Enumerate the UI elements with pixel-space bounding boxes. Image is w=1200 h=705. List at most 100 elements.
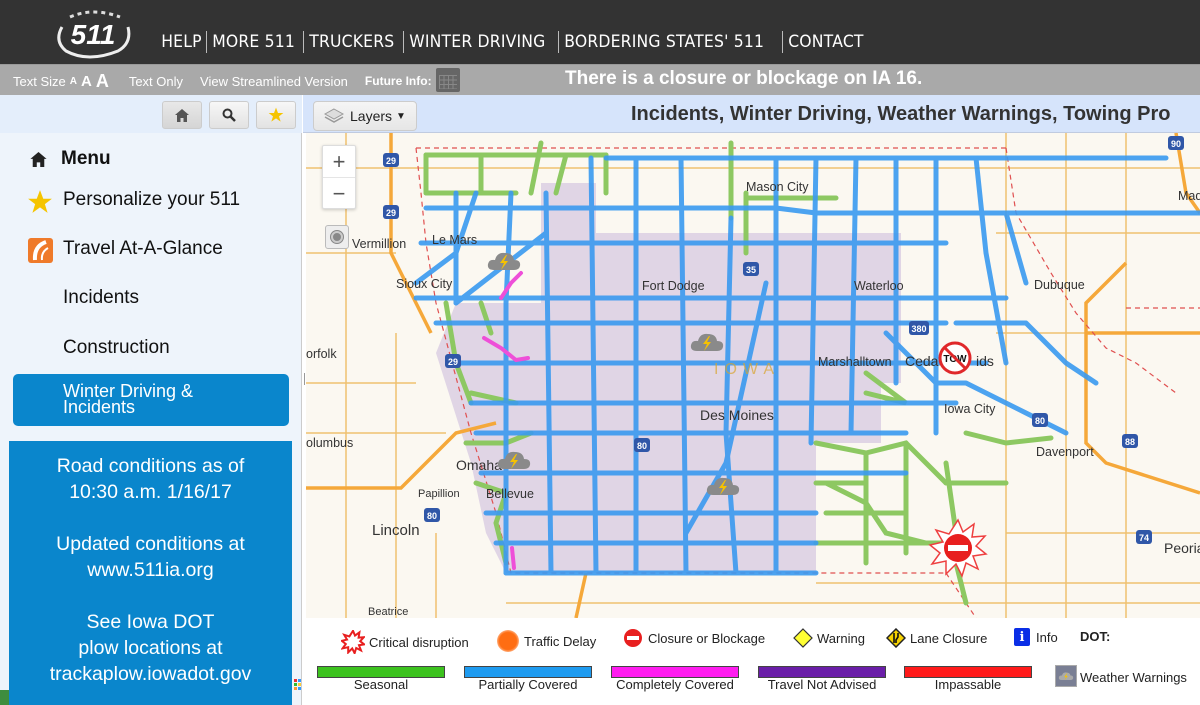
menu-heading-label: Menu — [61, 148, 111, 169]
website-link[interactable]: www.511ia.org — [87, 559, 213, 581]
alert-message[interactable]: There is a closure or blockage on IA 16. — [565, 68, 922, 90]
layers-button[interactable]: Layers ▼ — [313, 101, 417, 131]
home-button[interactable] — [162, 101, 202, 129]
text-size-label: Text Size — [13, 73, 66, 89]
menu-heading[interactable]: Menu — [30, 148, 111, 170]
i80-shield: 80 — [634, 438, 650, 452]
future-info-label: Future Info: — [364, 74, 432, 88]
legend-info: i Info — [1014, 628, 1058, 646]
city-label: Lincoln — [372, 522, 420, 539]
weather-warning-icon[interactable] — [705, 473, 741, 499]
taskbar-fragment — [0, 690, 9, 705]
svg-text:80: 80 — [1035, 416, 1045, 426]
city-label: Peoria — [1164, 540, 1200, 556]
nav-truckers[interactable]: TRUCKERS — [300, 32, 404, 52]
svg-text:29: 29 — [448, 357, 458, 367]
layers-label: Layers — [350, 108, 393, 124]
legend-label: Seasonal — [353, 677, 409, 692]
home-icon — [175, 108, 189, 122]
calendar-icon[interactable] — [435, 68, 460, 92]
nav-winter-driving[interactable]: WINTER DRIVING — [400, 32, 555, 52]
legend-dot-label: DOT: — [1080, 629, 1111, 644]
critical-closure-icon[interactable] — [928, 518, 988, 578]
svg-text:29: 29 — [386, 208, 396, 218]
weather-warning-icon[interactable] — [496, 447, 532, 473]
legend-label: Warning — [817, 630, 865, 646]
sidebar: Menu Personalize your 511 Travel At-A-Gl… — [0, 95, 302, 705]
sidebar-item-label: Incidents — [63, 397, 136, 417]
text-only-link[interactable]: Text Only — [129, 74, 183, 89]
legend-label: Lane Closure — [910, 630, 988, 646]
i35-shield: 35 — [743, 262, 759, 276]
city-label: orfolk — [306, 347, 337, 361]
streamlined-version-link[interactable]: View Streamlined Version — [200, 74, 348, 89]
city-label: Vermillion — [352, 237, 407, 251]
svg-text:74: 74 — [1139, 533, 1149, 543]
weather-warning-icon[interactable] — [486, 248, 522, 274]
notice-time: 10:30 a.m. 1/16/17 — [69, 481, 232, 503]
legend-lane-closure: Lane Closure — [886, 628, 987, 648]
city-label: olumbus — [306, 436, 354, 450]
city-label: Papillion — [418, 488, 460, 500]
trackaplow-link[interactable]: trackaplow.iowadot.gov — [50, 663, 252, 685]
city-label: Iowa City — [944, 402, 996, 416]
svg-text:511: 511 — [71, 19, 116, 50]
legend-weather-warnings: Weather Warnings — [1080, 670, 1187, 685]
svg-text:90: 90 — [1171, 139, 1181, 149]
text-size-large[interactable]: A — [96, 71, 109, 92]
search-button[interactable] — [209, 101, 249, 129]
city-label: Le Mars — [432, 233, 478, 247]
sidebar-item-winter-driving[interactable]: Winter Driving & Incidents — [13, 374, 289, 426]
zoom-controls: + − — [322, 145, 356, 209]
star-icon — [28, 190, 52, 213]
sidebar-item-construction[interactable]: Construction — [63, 337, 170, 359]
app-grid-icon — [294, 679, 301, 690]
star-icon — [268, 107, 284, 122]
favorites-button[interactable] — [256, 101, 296, 129]
map-canvas[interactable]: 29 29 29 35 80 80 80 380 88 74 90 Mason … — [306, 133, 1200, 618]
i29-shield: 29 — [383, 205, 399, 219]
sidebar-toolbar — [0, 95, 302, 133]
sidebar-item-travel-at-a-glance[interactable]: Travel At-A-Glance — [63, 238, 223, 260]
utility-links: Text Size A A A Text Only View Streamlin… — [13, 68, 460, 92]
conditions-update: Updated conditions at www.511ia.org — [9, 531, 292, 583]
locate-icon — [331, 231, 343, 243]
state-label: IOWA — [714, 361, 781, 378]
weather-warnings-icon — [1055, 665, 1077, 687]
search-icon — [222, 108, 236, 122]
critical-disruption-icon — [341, 630, 365, 654]
nav-bordering-states[interactable]: BORDERING STATES' 511 — [555, 32, 773, 52]
sidebar-item-incidents[interactable]: Incidents — [63, 287, 139, 309]
city-label: Ceda — [905, 353, 939, 369]
legend-label: Traffic Delay — [524, 633, 597, 649]
city-label: Marshalltown — [818, 355, 892, 369]
nav-more-511[interactable]: MORE 511 — [203, 32, 304, 52]
city-label: Davenport — [1036, 445, 1094, 459]
tow-prohibited-icon[interactable]: TOW — [938, 341, 972, 375]
svg-text:88: 88 — [1125, 437, 1135, 447]
city-label: Dubuque — [1034, 278, 1085, 292]
i380-shield: 380 — [909, 321, 929, 335]
i90-shield: 90 — [1168, 136, 1184, 150]
weather-warning-icon[interactable] — [689, 329, 725, 355]
zoom-out-button[interactable]: − — [323, 178, 355, 210]
road-conditions-notice: Road conditions as of 10:30 a.m. 1/16/17… — [9, 441, 292, 705]
city-label: Mad — [1178, 189, 1200, 203]
info-icon: i — [1014, 628, 1030, 646]
top-nav-bar: 511 HELP MORE 511 TRUCKERS WINTER DRIVIN… — [0, 0, 1200, 64]
text-size-small[interactable]: A — [70, 76, 77, 87]
app-root: 511 HELP MORE 511 TRUCKERS WINTER DRIVIN… — [0, 0, 1200, 705]
locate-button[interactable] — [325, 225, 349, 249]
traffic-delay-icon — [497, 630, 519, 652]
layers-icon — [324, 108, 344, 123]
nav-contact[interactable]: CONTACT — [779, 32, 873, 52]
i80-shield: 80 — [1032, 413, 1048, 427]
city-label: Mason City — [746, 180, 809, 194]
city-label: Sioux City — [396, 277, 453, 291]
text-size-medium[interactable]: A — [81, 73, 92, 90]
zoom-in-button[interactable]: + — [323, 146, 355, 178]
city-label: Fort Dodge — [642, 279, 705, 293]
legend-label: Partially Covered — [478, 677, 578, 692]
sidebar-item-personalize[interactable]: Personalize your 511 — [63, 189, 240, 211]
511-logo[interactable]: 511 — [48, 5, 138, 60]
